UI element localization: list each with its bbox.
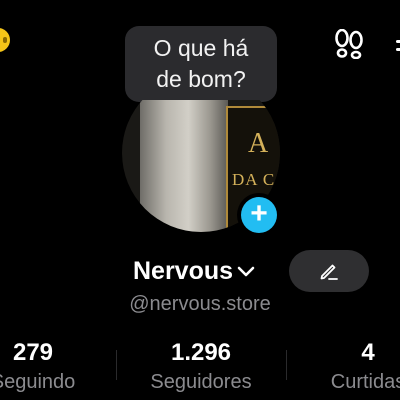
stat-label: Seguidores [150, 371, 252, 393]
status-bubble[interactable]: O que há de bom? [125, 26, 277, 102]
profile-handle-text: @nervous.store [129, 293, 271, 315]
avatar-cloth [140, 100, 228, 232]
footprints-button[interactable] [332, 28, 366, 60]
stat-followers[interactable]: 1.296 Seguidores [121, 338, 281, 396]
avatar-poster-text-2: DA C [232, 170, 276, 189]
coin-icon[interactable] [0, 28, 10, 52]
stat-following[interactable]: 279 Seguindo [0, 338, 113, 396]
stat-value: 4 [361, 339, 375, 366]
edit-profile-button[interactable] [289, 250, 369, 292]
stat-likes[interactable]: 4 Curtidas [288, 338, 400, 396]
pencil-icon [320, 264, 338, 280]
stat-value: 1.296 [170, 339, 232, 366]
plus-icon: + [241, 197, 277, 233]
profile-name-row[interactable]: Nervous [133, 254, 255, 288]
stat-value: 279 [12, 339, 54, 366]
stat-divider [116, 350, 117, 380]
stat-divider [286, 350, 287, 380]
avatar-poster-text-1: A [248, 128, 269, 159]
footprints-icon [335, 29, 363, 59]
add-photo-button[interactable]: + [237, 193, 281, 237]
status-bubble-line2: de bom? [156, 66, 246, 92]
chevron-down-icon [237, 266, 255, 277]
stat-label: Seguindo [0, 371, 76, 393]
profile-name: Nervous [133, 256, 234, 285]
profile-handle: @nervous.store [0, 293, 400, 316]
menu-icon [396, 40, 400, 51]
stat-label: Curtidas [330, 371, 400, 393]
status-bubble-line1: O que há [153, 35, 249, 61]
menu-button[interactable] [392, 30, 400, 58]
